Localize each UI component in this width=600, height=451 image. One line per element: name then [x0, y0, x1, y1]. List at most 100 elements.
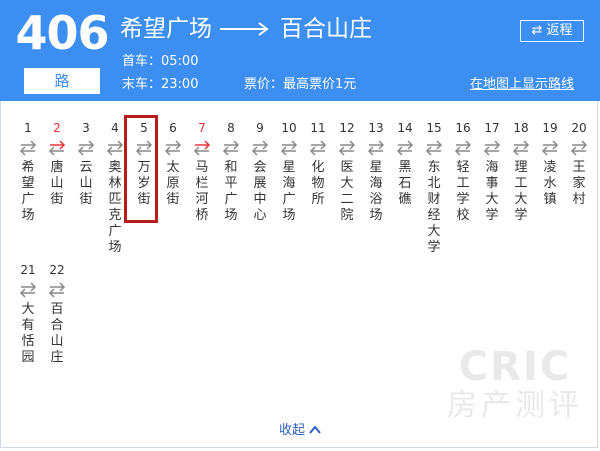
- bus-stop[interactable]: 1 希望广场: [16, 120, 40, 224]
- two-way-arrow-icon: [422, 138, 446, 160]
- stop-name: 太原街: [166, 160, 180, 207]
- bus-stop[interactable]: 13 星海浴场: [364, 120, 388, 224]
- stop-name: 医大二院: [340, 160, 354, 223]
- stop-name: 海事大学: [485, 160, 499, 223]
- chevron-up-icon: [309, 410, 321, 450]
- stop-name: 凌水镇: [543, 160, 557, 207]
- two-way-arrow-icon: [161, 138, 185, 160]
- stop-number: 19: [542, 121, 558, 135]
- stop-name: 大有恬园: [21, 302, 35, 365]
- stop-name: 唐山街: [50, 160, 64, 207]
- two-way-arrow-icon: [277, 138, 301, 160]
- stop-number: 8: [227, 121, 235, 135]
- bus-stop[interactable]: 19 凌水镇: [538, 120, 562, 208]
- route-origin: 希望广场: [120, 16, 212, 42]
- fare-info: 票价：最高票价1元: [244, 77, 357, 92]
- stop-number: 13: [368, 121, 384, 135]
- two-way-arrow-icon: [248, 138, 272, 160]
- bus-stop[interactable]: 16 轻工学校: [451, 120, 475, 224]
- stop-number: 6: [169, 121, 177, 135]
- two-way-arrow-icon: [567, 138, 591, 160]
- two-way-arrow-icon: [74, 138, 98, 160]
- bus-stop[interactable]: 17 海事大学: [480, 120, 504, 224]
- stop-name: 百合山庄: [50, 302, 64, 365]
- route-destination: 百合山庄: [280, 16, 372, 42]
- stop-name: 马栏河桥: [195, 160, 209, 223]
- stop-number: 21: [20, 263, 36, 277]
- two-way-arrow-icon: [16, 138, 40, 160]
- stop-name: 东北财经大学: [427, 160, 441, 255]
- highlighted-stop-frame: [124, 115, 158, 223]
- last-bus-time: 末车：23:00: [122, 77, 199, 92]
- stop-name: 轻工学校: [456, 160, 470, 223]
- bus-arriving-arrow-icon: [190, 138, 214, 160]
- two-way-arrow-icon: [219, 138, 243, 160]
- bus-stop[interactable]: 15 东北财经大学: [422, 120, 446, 256]
- two-way-arrow-icon: [364, 138, 388, 160]
- two-way-arrow-icon: [393, 138, 417, 160]
- stop-number: 11: [310, 121, 326, 135]
- stop-name: 和平广场: [224, 160, 238, 223]
- bus-stop[interactable]: 12 医大二院: [335, 120, 359, 224]
- bus-stop[interactable]: 20 王家村: [567, 120, 591, 208]
- watermark-logo: CRIC: [458, 344, 572, 390]
- stop-number: 14: [397, 121, 413, 135]
- route-number: 406: [15, 6, 109, 60]
- stop-name: 化物所: [311, 160, 325, 207]
- bus-stop[interactable]: 3 云山街: [74, 120, 98, 208]
- stop-number: 20: [571, 121, 587, 135]
- stop-number: 12: [339, 121, 355, 135]
- show-on-map-link[interactable]: 在地图上显示路线: [470, 76, 574, 94]
- bus-stop[interactable]: 7 马栏河桥: [190, 120, 214, 224]
- two-way-arrow-icon: [451, 138, 475, 160]
- bus-stop[interactable]: 6 太原街: [161, 120, 185, 208]
- stop-number: 22: [49, 263, 65, 277]
- bus-stop[interactable]: 2 唐山街: [45, 120, 69, 208]
- stop-name: 会展中心: [253, 160, 267, 223]
- two-way-arrow-icon: [306, 138, 330, 160]
- bus-stop[interactable]: 18 理工大学: [509, 120, 533, 224]
- bus-stop[interactable]: 11 化物所: [306, 120, 330, 208]
- bus-stop[interactable]: 8 和平广场: [219, 120, 243, 224]
- stop-number: 2: [53, 121, 61, 135]
- reverse-route-label: 返程: [546, 23, 573, 38]
- bus-stop[interactable]: 9 会展中心: [248, 120, 272, 224]
- bus-stop[interactable]: 21 大有恬园: [16, 262, 40, 366]
- two-way-arrow-icon: [480, 138, 504, 160]
- collapse-label: 收起: [278, 423, 305, 438]
- stop-number: 17: [484, 121, 500, 135]
- stop-number: 10: [281, 121, 297, 135]
- stop-name: 云山街: [79, 160, 93, 207]
- stop-number: 3: [82, 121, 90, 135]
- stop-name: 星海浴场: [369, 160, 383, 223]
- stop-name: 星海广场: [282, 160, 296, 223]
- stop-name: 希望广场: [21, 160, 35, 223]
- route-header: 406 路 希望广场 百合山庄 首车：05:00 末车：23:00 票价：最高票价…: [0, 0, 600, 101]
- bus-arriving-arrow-icon: [45, 138, 69, 160]
- two-way-arrow-icon: [45, 280, 69, 302]
- stop-name: 奥林匹克广场: [108, 160, 122, 255]
- stop-number: 18: [513, 121, 529, 135]
- two-way-arrow-icon: [509, 138, 533, 160]
- two-way-arrow-icon: [16, 280, 40, 302]
- bus-stop[interactable]: 14 黑石礁: [393, 120, 417, 208]
- collapse-button[interactable]: 收起: [0, 410, 600, 450]
- stop-number: 9: [256, 121, 264, 135]
- two-way-arrow-icon: [538, 138, 562, 160]
- bus-stop[interactable]: 10 星海广场: [277, 120, 301, 224]
- stop-name: 王家村: [572, 160, 586, 207]
- stop-name: 黑石礁: [398, 160, 412, 207]
- stop-number: 1: [24, 121, 32, 135]
- two-way-arrow-icon: [335, 138, 359, 160]
- reverse-route-button[interactable]: ⇄ 返程: [520, 20, 584, 42]
- long-arrow-right-icon: [220, 12, 272, 46]
- stop-number: 7: [198, 121, 206, 135]
- swap-arrows-icon: ⇄: [531, 23, 543, 38]
- stop-number: 15: [426, 121, 442, 135]
- route-unit-badge: 路: [24, 68, 100, 94]
- stop-name: 理工大学: [514, 160, 528, 223]
- stop-number: 16: [455, 121, 471, 135]
- first-bus-time: 首车：05:00: [122, 54, 199, 69]
- route-title: 希望广场 百合山庄: [120, 12, 372, 46]
- bus-stop[interactable]: 22 百合山庄: [45, 262, 69, 366]
